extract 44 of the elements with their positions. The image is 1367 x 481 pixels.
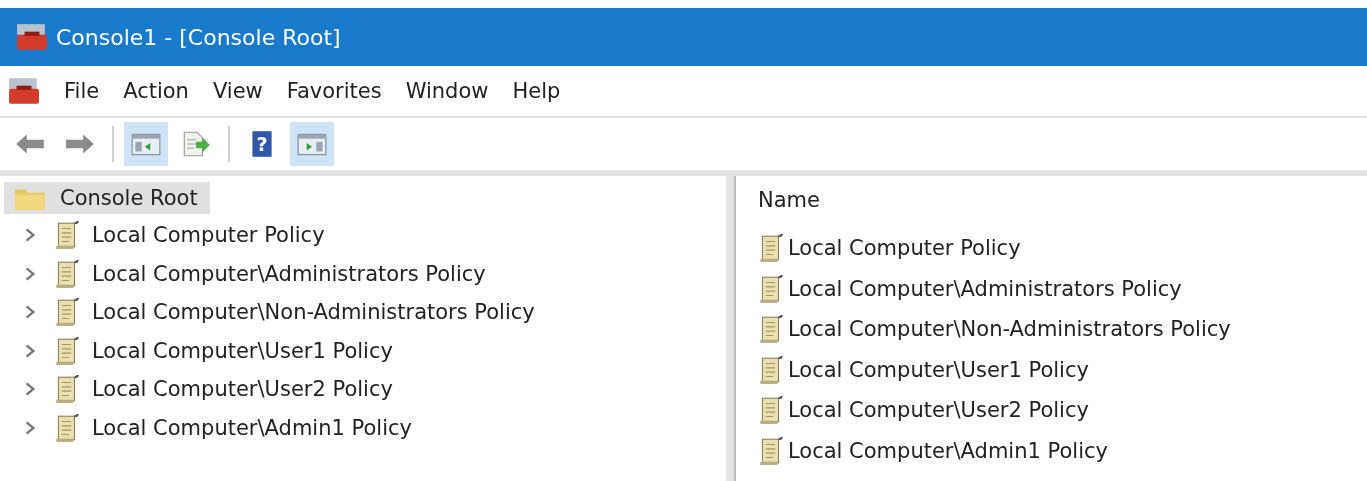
scroll-icon (54, 297, 80, 328)
scroll-icon (54, 335, 80, 366)
list-item[interactable]: Local Computer\Administrators Policy (788, 276, 1182, 301)
toolbar-button[interactable]: ? (240, 122, 284, 166)
scroll-icon (758, 233, 784, 264)
menu-item[interactable]: Favorites (286, 79, 382, 103)
chevron-icon[interactable] (24, 342, 36, 359)
scroll-icon (758, 354, 784, 385)
tree-item[interactable]: Local Computer\Non-Administrators Policy (92, 300, 535, 325)
menu-item[interactable]: View (212, 79, 263, 103)
scroll-icon (54, 258, 80, 289)
toolbox-icon (16, 22, 48, 52)
tree-item[interactable]: Local Computer\Admin1 Policy (92, 415, 412, 440)
column-header[interactable]: Name (758, 188, 820, 212)
list-item[interactable]: Local Computer Policy (788, 236, 1021, 261)
chevron-icon[interactable] (24, 265, 36, 282)
scroll-icon (54, 374, 80, 405)
chevron-icon[interactable] (24, 304, 36, 321)
toolbar-button[interactable] (290, 122, 334, 166)
scroll-icon (758, 395, 784, 426)
menu-item[interactable]: Action (123, 79, 189, 103)
tree-item[interactable]: Console Root (4, 182, 210, 214)
tree-item[interactable]: Local Computer\Administrators Policy (92, 261, 486, 286)
tree-item[interactable]: Local Computer Policy (92, 223, 325, 248)
toolbox-icon (8, 76, 40, 106)
list-item[interactable]: Local Computer\User2 Policy (788, 398, 1089, 423)
chevron-icon[interactable] (24, 227, 36, 244)
list-item[interactable]: Local Computer\Non-Administrators Policy (788, 317, 1231, 342)
tree-item[interactable]: Local Computer\User1 Policy (92, 338, 393, 363)
list-item[interactable]: Local Computer\User1 Policy (788, 357, 1089, 382)
menu-item[interactable]: Window (405, 79, 489, 103)
scroll-icon (54, 412, 80, 443)
scroll-icon (758, 273, 784, 304)
window-title: Console1 - [Console Root] (56, 24, 341, 50)
toolbar-button[interactable] (124, 122, 168, 166)
chevron-icon[interactable] (24, 419, 36, 436)
scroll-icon (54, 220, 80, 251)
tree-item[interactable]: Local Computer\User2 Policy (92, 377, 393, 402)
menu-item[interactable]: File (64, 79, 100, 103)
chevron-icon[interactable] (24, 381, 36, 398)
scroll-icon (758, 435, 784, 466)
scroll-icon (758, 314, 784, 345)
menu-item[interactable]: Help (512, 79, 561, 103)
list-item[interactable]: Local Computer\Admin1 Policy (788, 438, 1108, 463)
